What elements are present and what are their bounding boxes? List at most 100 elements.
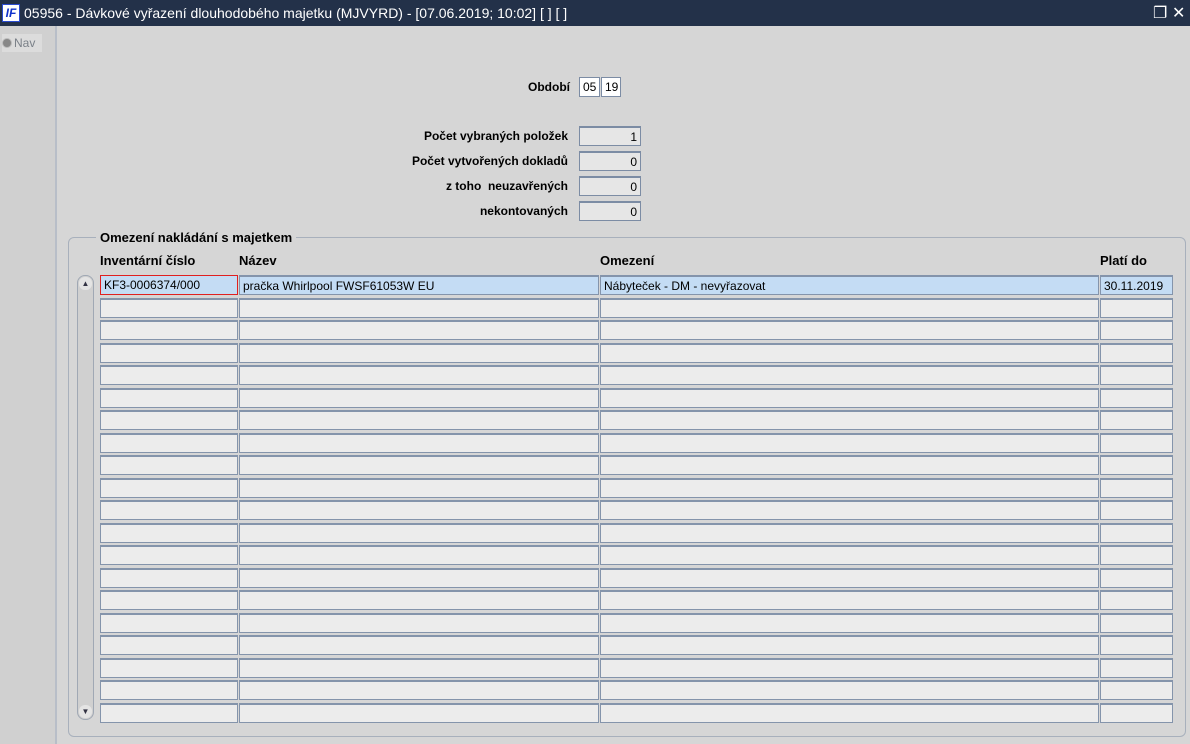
unposted-count: 0 [579,201,641,221]
inventory-number-cell[interactable]: KF3-0006374/000 [100,275,238,295]
restriction-cell[interactable] [600,410,1099,430]
unposted-label: nekontovaných [479,204,568,218]
name-cell[interactable] [239,297,599,318]
restriction-cell[interactable] [600,657,1099,678]
name-cell[interactable] [239,612,599,633]
name-cell[interactable] [239,702,599,723]
valid-until-cell[interactable] [1100,545,1173,565]
name-cell[interactable] [239,387,599,408]
close-icon[interactable]: ✕ [1172,3,1185,23]
restriction-cell[interactable] [600,297,1099,318]
inventory-number-cell[interactable] [100,612,238,633]
restriction-cell[interactable] [600,680,1099,700]
name-cell[interactable] [239,477,599,498]
valid-until-cell[interactable] [1100,297,1173,318]
valid-until-cell[interactable] [1100,567,1173,588]
valid-until-cell[interactable] [1100,477,1173,498]
name-cell[interactable] [239,657,599,678]
inventory-number-cell[interactable] [100,522,238,543]
restriction-cell[interactable]: Nábyteček - DM - nevyřazovat [600,275,1099,295]
restriction-cell[interactable] [600,590,1099,610]
inventory-number-cell[interactable] [100,702,238,723]
restriction-cell[interactable] [600,635,1099,655]
inventory-number-cell[interactable] [100,477,238,498]
valid-until-cell[interactable] [1100,365,1173,385]
inventory-number-cell[interactable] [100,635,238,655]
name-cell[interactable] [239,590,599,610]
created-label: Počet vytvořených dokladů [411,154,568,168]
restriction-cell[interactable] [600,500,1099,520]
created-count: 0 [579,151,641,171]
restriction-cell[interactable] [600,455,1099,475]
restriction-cell[interactable] [600,387,1099,408]
nav-label: Nav [14,36,36,50]
inventory-number-cell[interactable] [100,387,238,408]
valid-until-cell[interactable] [1100,590,1173,610]
nav-button[interactable]: Nav [2,34,42,52]
restriction-cell[interactable] [600,320,1099,340]
header-valid-until: Platí do [1100,253,1147,268]
name-cell[interactable] [239,365,599,385]
inventory-number-cell[interactable] [100,365,238,385]
scroll-down-icon[interactable]: ▼ [79,705,92,718]
inventory-number-cell[interactable] [100,680,238,700]
name-cell[interactable]: pračka Whirlpool FWSF61053W EU [239,275,599,295]
inventory-number-cell[interactable] [100,432,238,453]
valid-until-cell[interactable] [1100,500,1173,520]
name-cell[interactable] [239,342,599,363]
inventory-number-cell[interactable] [100,320,238,340]
valid-until-cell[interactable] [1100,657,1173,678]
scroll-up-icon[interactable]: ▲ [79,277,92,290]
inventory-number-cell[interactable] [100,455,238,475]
inventory-number-cell[interactable] [100,567,238,588]
valid-until-cell[interactable] [1100,432,1173,453]
name-cell[interactable] [239,500,599,520]
inventory-number-cell[interactable] [100,590,238,610]
valid-until-cell[interactable] [1100,635,1173,655]
restore-icon[interactable]: ❐ [1153,3,1167,23]
name-cell[interactable] [239,680,599,700]
valid-until-cell[interactable] [1100,522,1173,543]
valid-until-cell[interactable] [1100,702,1173,723]
valid-until-cell[interactable] [1100,455,1173,475]
group-title: Omezení nakládání s majetkem [96,230,297,245]
inventory-number-cell[interactable] [100,297,238,318]
inventory-number-cell[interactable] [100,657,238,678]
valid-until-cell[interactable] [1100,342,1173,363]
valid-until-cell[interactable]: 30.11.2019 [1100,275,1173,295]
header-name: Název [239,253,277,268]
scrollbar[interactable]: ▲ ▼ [77,275,94,720]
header-inventory-number: Inventární číslo [100,253,196,268]
name-cell[interactable] [239,410,599,430]
restriction-cell[interactable] [600,702,1099,723]
restriction-cell[interactable] [600,432,1099,453]
valid-until-cell[interactable] [1100,387,1173,408]
valid-until-cell[interactable] [1100,320,1173,340]
radio-icon [2,38,12,48]
restriction-cell[interactable] [600,567,1099,588]
restriction-cell[interactable] [600,612,1099,633]
inventory-number-cell[interactable] [100,545,238,565]
restriction-cell[interactable] [600,365,1099,385]
inventory-number-cell[interactable] [100,500,238,520]
unclosed-count: 0 [579,176,641,196]
name-cell[interactable] [239,320,599,340]
name-cell[interactable] [239,432,599,453]
name-cell[interactable] [239,545,599,565]
nav-panel: Nav [0,26,57,744]
period-month-input[interactable]: 05 [579,77,600,97]
inventory-number-cell[interactable] [100,342,238,363]
restriction-cell[interactable] [600,342,1099,363]
restriction-cell[interactable] [600,522,1099,543]
restriction-cell[interactable] [600,545,1099,565]
name-cell[interactable] [239,522,599,543]
name-cell[interactable] [239,635,599,655]
valid-until-cell[interactable] [1100,410,1173,430]
period-year-input[interactable]: 19 [601,77,621,97]
valid-until-cell[interactable] [1100,680,1173,700]
restriction-cell[interactable] [600,477,1099,498]
valid-until-cell[interactable] [1100,612,1173,633]
name-cell[interactable] [239,455,599,475]
name-cell[interactable] [239,567,599,588]
inventory-number-cell[interactable] [100,410,238,430]
